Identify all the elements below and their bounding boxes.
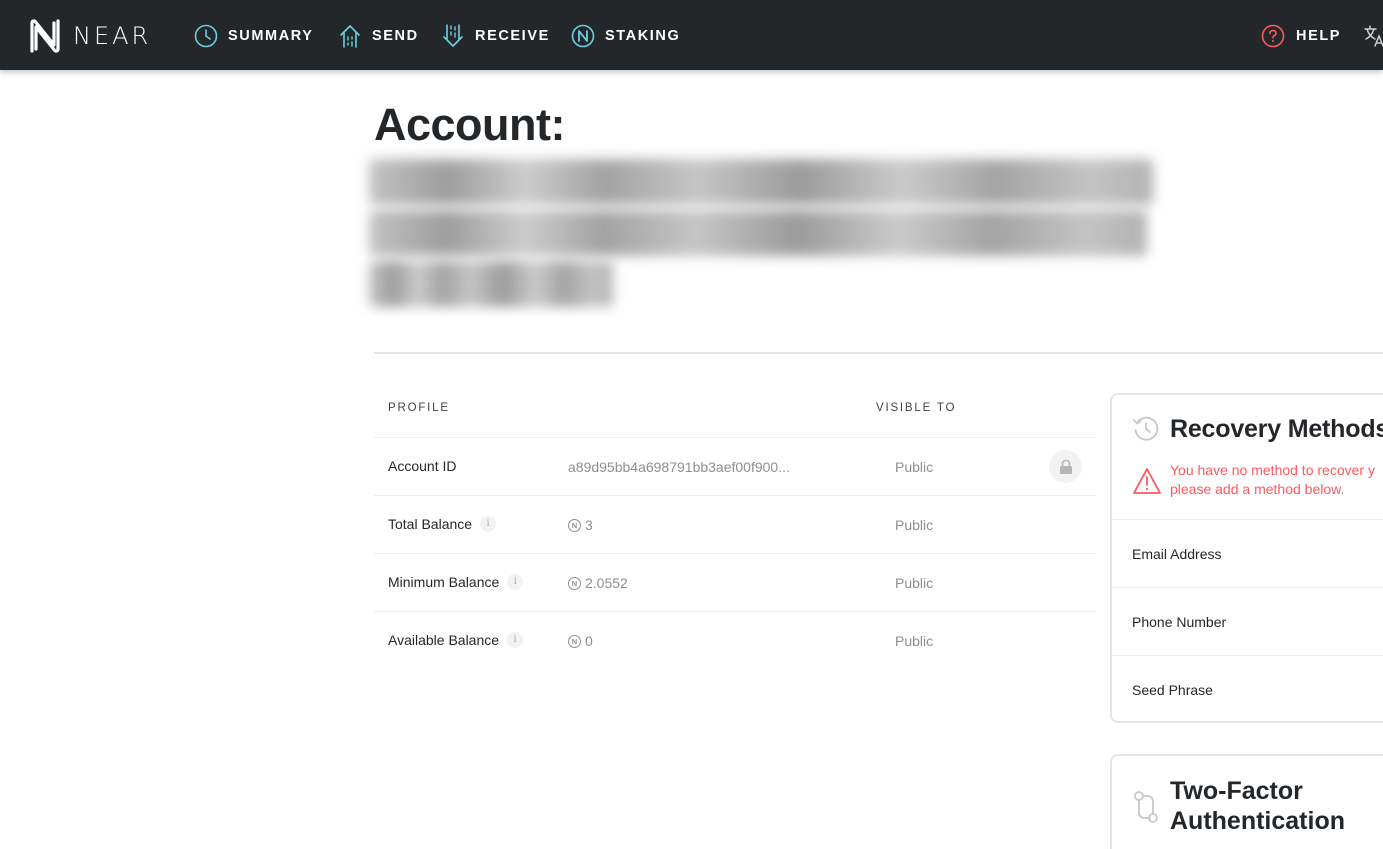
method-phone[interactable]: Phone Number [1112,587,1383,655]
table-row-available-balance: Available Balance i N 0 Public [374,612,1096,670]
nav-send[interactable]: SEND [338,22,419,50]
nav-send-label: SEND [372,28,419,44]
help-icon [1261,24,1285,48]
nav-summary[interactable]: SUMMARY [194,22,314,50]
row-label: Available Balance i [388,632,524,648]
top-nav-bar: NEAR SUMMARY SEND RECEIVE STAKING HELP [0,0,1383,70]
total-balance-label: Total Balance [388,516,473,532]
warning-line: please add a method below. [1170,481,1345,497]
available-balance-value: 0 [585,633,593,649]
visibility-value: Public [895,633,934,649]
translate-icon[interactable] [1364,24,1383,48]
page-title: Account: [374,99,566,150]
near-logo[interactable]: NEAR [27,18,151,54]
nav-receive[interactable]: RECEIVE [441,22,550,50]
row-label: Account ID [388,458,456,474]
clock-icon [194,24,218,48]
help-label: HELP [1296,28,1342,44]
lock-button[interactable] [1049,450,1082,483]
receive-arrow-icon [443,24,463,47]
available-balance-label: Available Balance [388,632,500,648]
near-logo-icon [30,19,60,53]
method-email-label: Email Address [1132,546,1222,562]
header-visible-to: VISIBLE TO [876,402,957,414]
help-link[interactable]: HELP [1261,22,1341,50]
account-id-value: a89d95bb4a698791bb3aef00f900... [568,459,790,475]
recovery-title: Recovery Methods [1170,415,1383,443]
title-line: Two-Factor [1170,777,1303,805]
near-symbol-icon: N [568,634,581,648]
info-icon[interactable]: i [507,632,524,648]
minimum-balance-value: 2.0552 [585,575,628,591]
table-header: PROFILE VISIBLE TO [374,380,1096,438]
nav-summary-label: SUMMARY [228,28,314,44]
table-row-total-balance: Total Balance i N 3 Public [374,496,1096,554]
nav-staking[interactable]: STAKING [571,22,680,50]
recovery-warning: You have no method to recover y please a… [1170,461,1375,499]
near-symbol-icon: N [568,518,581,532]
recovery-methods-card: Recovery Methods You have no method to r… [1110,393,1383,723]
method-phone-label: Phone Number [1132,614,1227,630]
lock-icon [1059,459,1072,474]
row-label: Minimum Balance i [388,574,524,590]
redacted-line [369,210,1147,256]
send-arrow-icon [340,25,360,48]
minimum-balance-label: Minimum Balance [388,574,500,590]
account-id-label: Account ID [388,458,457,474]
table-row-account-id: Account ID a89d95bb4a698791bb3aef00f900.… [374,438,1096,496]
method-seed-label: Seed Phrase [1132,682,1213,698]
account-id-redacted [369,157,1155,307]
title-line: Authentication [1170,807,1345,835]
nav-receive-label: RECEIVE [475,28,550,44]
row-value: N 3 [568,517,593,533]
redacted-line [369,159,1153,205]
two-factor-card: Two-Factor Authentication [1110,754,1383,849]
near-symbol-icon: N [568,576,581,590]
row-label: Total Balance i [388,516,497,532]
history-icon [1133,416,1159,441]
row-value: N 0 [568,633,593,649]
profile-table: PROFILE VISIBLE TO Account ID a89d95bb4a… [374,380,1096,670]
section-divider [374,352,1383,354]
two-factor-title: Two-Factor Authentication [1170,776,1345,836]
method-seed-phrase[interactable]: Seed Phrase [1112,655,1383,723]
info-icon[interactable]: i [507,574,524,590]
info-icon[interactable]: i [480,516,497,532]
visibility-value: Public [895,459,934,475]
row-value: N 2.0552 [568,575,628,591]
table-row-minimum-balance: Minimum Balance i N 2.0552 Public [374,554,1096,612]
nav-staking-label: STAKING [605,28,681,44]
warning-line: You have no method to recover y [1170,462,1375,478]
visibility-value: Public [895,575,934,591]
brand-name: NEAR [73,22,152,50]
method-email[interactable]: Email Address [1112,519,1383,587]
visibility-value: Public [895,517,934,533]
row-value: a89d95bb4a698791bb3aef00f900... [568,459,790,475]
warning-icon [1133,468,1161,494]
near-coin-icon [571,24,595,48]
header-profile: PROFILE [388,402,450,414]
two-factor-icon [1134,791,1158,823]
redacted-line [369,261,613,307]
total-balance-value: 3 [585,517,593,533]
